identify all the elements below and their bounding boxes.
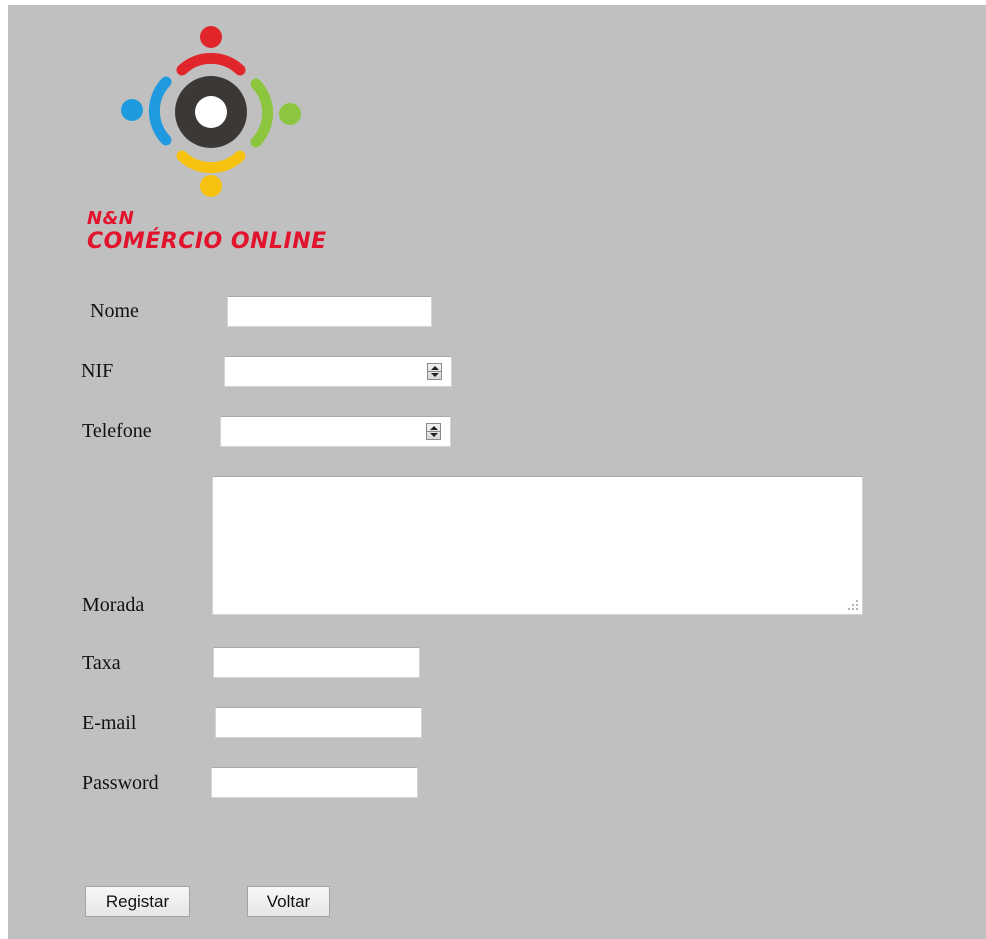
email-label: E-mail bbox=[82, 712, 137, 734]
registar-button[interactable]: Registar bbox=[85, 886, 190, 917]
brand-name-line1: N&N bbox=[87, 208, 135, 229]
email-input[interactable] bbox=[215, 707, 422, 738]
password-input[interactable] bbox=[211, 767, 418, 798]
telefone-input[interactable] bbox=[220, 416, 451, 447]
nome-input[interactable] bbox=[227, 296, 432, 327]
nome-label: Nome bbox=[90, 300, 139, 322]
morada-textarea[interactable] bbox=[212, 476, 863, 615]
telefone-spinner[interactable] bbox=[426, 423, 441, 440]
logo-icon bbox=[121, 26, 301, 197]
resize-grip-icon[interactable] bbox=[848, 600, 858, 610]
morada-label: Morada bbox=[82, 594, 145, 616]
nif-spinner[interactable] bbox=[427, 363, 442, 380]
registration-page: N&N COMÉRCIO ONLINE Nome NIF Telefone Mo… bbox=[8, 5, 986, 939]
spin-down-icon bbox=[431, 373, 439, 377]
voltar-button[interactable]: Voltar bbox=[247, 886, 330, 917]
password-label: Password bbox=[82, 772, 159, 794]
spin-up-icon bbox=[431, 366, 439, 370]
spin-up-icon bbox=[430, 426, 438, 430]
brand-name-line2: COMÉRCIO ONLINE bbox=[87, 229, 327, 254]
taxa-input[interactable] bbox=[213, 647, 420, 678]
taxa-label: Taxa bbox=[82, 652, 121, 674]
nif-label: NIF bbox=[81, 360, 114, 382]
telefone-label: Telefone bbox=[82, 420, 152, 442]
spin-down-icon bbox=[430, 433, 438, 437]
nif-input[interactable] bbox=[224, 356, 452, 387]
